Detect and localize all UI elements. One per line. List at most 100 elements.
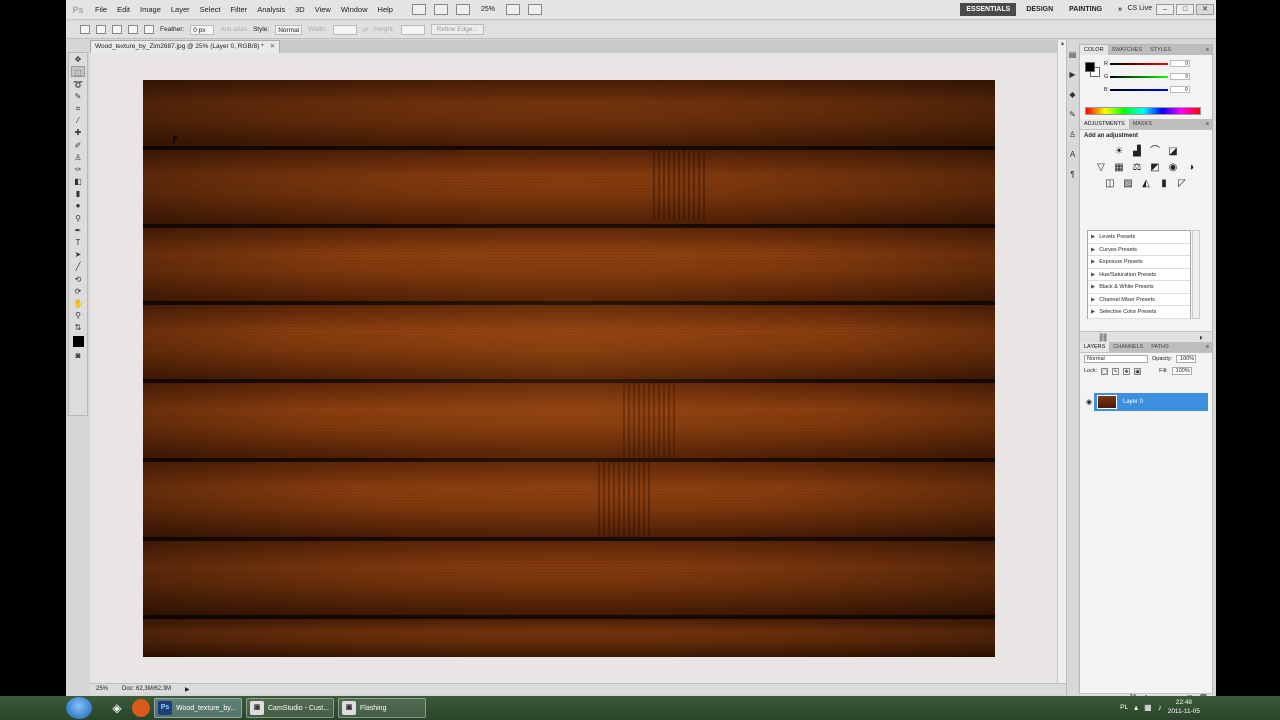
style-select[interactable]: Normal (275, 24, 303, 35)
tab-swatches[interactable]: SWATCHES (1108, 45, 1147, 55)
start-button[interactable] (66, 697, 92, 719)
brightness-contrast-icon[interactable]: ☀ (1113, 146, 1125, 158)
exposure-icon[interactable]: ◪ (1167, 146, 1179, 158)
tab-paths[interactable]: PATHS (1147, 342, 1173, 352)
line-tool-icon[interactable]: ╱ (71, 261, 85, 272)
blur-tool-icon[interactable]: ● (71, 200, 85, 211)
gradient-tool-icon[interactable]: ▮ (71, 188, 85, 199)
green-slider[interactable] (1110, 75, 1169, 78)
document-tab[interactable]: Wood_texture_by_Zim2687.jpg @ 25% (Layer… (90, 40, 281, 53)
quick-selection-tool-icon[interactable]: ✎ (71, 91, 85, 102)
levels-icon[interactable]: ▟ (1131, 146, 1143, 158)
preset-item[interactable]: ▶ Selective Color Presets (1088, 306, 1190, 319)
fill-input[interactable]: 100% (1171, 367, 1192, 375)
refine-edge-button[interactable]: Refine Edge... (430, 24, 484, 35)
panel-menu-icon[interactable]: ≡ (1203, 45, 1212, 55)
status-zoom[interactable]: 25% (96, 686, 108, 692)
volume-icon[interactable]: ♪ (1158, 703, 1162, 712)
menu-select[interactable]: Select (195, 5, 226, 14)
photo-filter-icon[interactable]: ◉ (1167, 162, 1179, 174)
height-input[interactable] (400, 24, 425, 35)
move-tool-icon[interactable]: ✥ (71, 54, 85, 65)
cs-live-button[interactable]: CS Live (1127, 5, 1152, 12)
preset-item[interactable]: ▶ Curves Presets (1088, 244, 1190, 256)
tool-preset-icon[interactable] (80, 25, 90, 34)
presets-scrollbar[interactable] (1192, 230, 1200, 319)
panel-menu-icon[interactable]: ≡ (1203, 342, 1212, 352)
lasso-tool-icon[interactable]: ➰ (71, 79, 85, 90)
preset-item[interactable]: ▶ Exposure Presets (1088, 256, 1190, 269)
menu-file[interactable]: File (90, 5, 112, 14)
blend-mode-select[interactable]: Normal (1084, 355, 1148, 363)
task-flashing[interactable]: ▣ Flashing (338, 698, 426, 718)
firefox-icon[interactable] (132, 699, 150, 717)
menu-image[interactable]: Image (135, 5, 166, 14)
zoom-tool-icon[interactable]: ⚲ (71, 310, 85, 321)
hue-saturation-icon[interactable]: ▦ (1113, 162, 1125, 174)
width-input[interactable] (332, 24, 357, 35)
channel-mixer-icon[interactable]: ◑ (1185, 162, 1197, 174)
history-panel-icon[interactable]: ▤ (1068, 50, 1078, 60)
opacity-input[interactable]: 100% (1176, 355, 1197, 363)
menu-filter[interactable]: Filter (226, 5, 253, 14)
red-slider[interactable] (1109, 62, 1168, 65)
tray-show-hidden-icon[interactable]: ▴ (1134, 703, 1138, 712)
character-panel-icon[interactable]: A (1068, 150, 1078, 160)
3d-orbit-tool-icon[interactable]: ⟳ (71, 286, 85, 297)
close-button[interactable]: ✕ (1196, 4, 1214, 15)
foreground-color-box[interactable] (1085, 62, 1095, 72)
anti-alias-checkbox[interactable]: Anti-alias (220, 26, 247, 33)
preset-item[interactable]: ▶ Hue/Saturation Presets (1088, 269, 1190, 281)
type-tool-icon[interactable]: T (71, 237, 85, 248)
paragraph-panel-icon[interactable]: ¶ (1068, 170, 1078, 180)
task-camstudio[interactable]: ▣ CamStudio - Cust... (246, 698, 334, 718)
tab-channels[interactable]: CHANNELS (1109, 342, 1147, 352)
tab-adjustments[interactable]: ADJUSTMENTS (1080, 119, 1129, 129)
foreground-color-swatch[interactable] (72, 336, 84, 348)
lock-pixels-icon[interactable]: ✎ (1112, 367, 1120, 375)
adjustment-options-icon[interactable]: ◐ (1199, 333, 1204, 342)
launch-mini-bridge-icon[interactable] (433, 4, 448, 15)
3d-rotate-tool-icon[interactable]: ⟲ (71, 274, 85, 285)
brush-tool-icon[interactable]: ✐ (71, 140, 85, 151)
blue-value[interactable]: 0 (1169, 86, 1190, 93)
3d-panel-icon[interactable]: ◆ (1068, 90, 1078, 100)
menu-view[interactable]: View (310, 5, 336, 14)
preset-item[interactable]: ▶ Black & White Presets (1088, 281, 1190, 294)
dodge-tool-icon[interactable]: ⚲ (71, 213, 85, 224)
menu-analysis[interactable]: Analysis (252, 5, 290, 14)
clock[interactable]: 22:48 2011-11-05 (1168, 698, 1200, 716)
minimize-button[interactable]: – (1156, 4, 1174, 15)
rectangular-marquee-tool-icon[interactable]: ⬚ (71, 66, 85, 78)
curves-icon[interactable]: ⌒ (1149, 146, 1161, 158)
brushes-panel-icon[interactable]: ✎ (1068, 110, 1078, 120)
hand-tool-icon[interactable]: ✋ (71, 298, 85, 309)
preset-item[interactable]: ▶ Levels Presets (1088, 231, 1190, 244)
tab-styles[interactable]: STYLES (1146, 45, 1175, 55)
layer-selected-body[interactable]: Layer 0 (1094, 393, 1208, 411)
workspace-essentials[interactable]: ESSENTIALS (960, 3, 1017, 16)
intersect-selection-icon[interactable] (144, 25, 154, 34)
eraser-tool-icon[interactable]: ◧ (71, 176, 85, 187)
lock-transparency-icon[interactable]: ▢ (1101, 367, 1109, 375)
add-to-selection-icon[interactable] (112, 25, 122, 34)
posterize-icon[interactable]: ▨ (1122, 178, 1134, 190)
visibility-eye-icon[interactable]: ◉ (1084, 398, 1094, 406)
color-spectrum-ramp[interactable] (1085, 107, 1201, 115)
subtract-selection-icon[interactable] (128, 25, 138, 34)
healing-brush-tool-icon[interactable]: ✚ (71, 127, 85, 138)
maximize-button[interactable]: □ (1176, 4, 1194, 15)
quick-mask-icon[interactable]: ◙ (71, 350, 85, 361)
tab-close-icon[interactable]: ✕ (270, 41, 275, 53)
menu-edit[interactable]: Edit (112, 5, 135, 14)
lock-position-icon[interactable]: ✥ (1123, 367, 1131, 375)
gradient-map-icon[interactable]: ▮ (1158, 178, 1170, 190)
task-photoshop[interactable]: Ps Wood_texture_by... (154, 698, 242, 718)
black-white-icon[interactable]: ◩ (1149, 162, 1161, 174)
clone-stamp-tool-icon[interactable]: ♙ (71, 152, 85, 163)
vibrance-icon[interactable]: ▽ (1095, 162, 1107, 174)
invert-icon[interactable]: ◫ (1104, 178, 1116, 190)
swap-icon[interactable]: ⇄ (363, 26, 368, 34)
language-indicator[interactable]: PL (1120, 704, 1128, 711)
panel-menu-icon[interactable]: ≡ (1203, 119, 1212, 129)
